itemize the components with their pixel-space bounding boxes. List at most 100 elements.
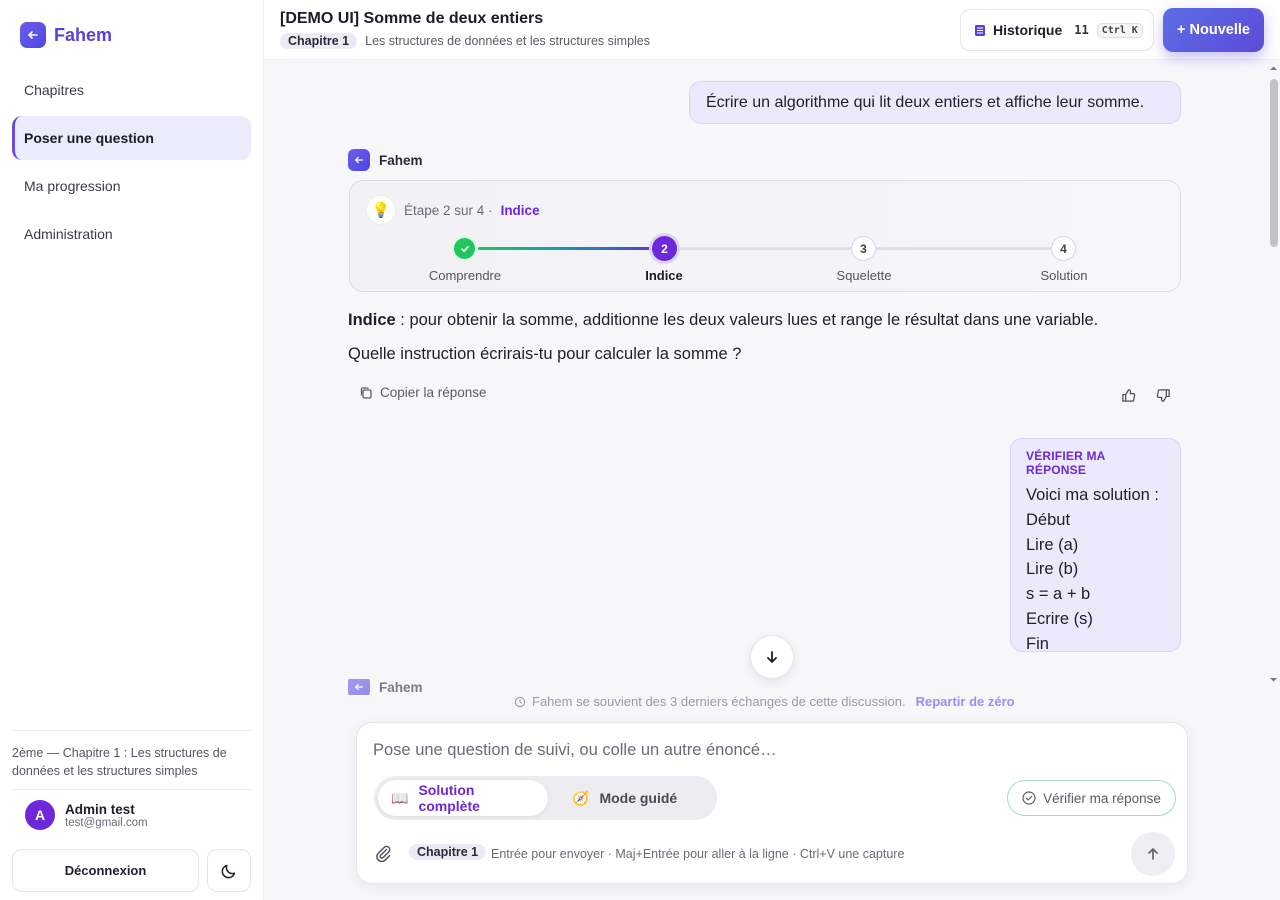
chapter-chip: Chapitre 1 <box>280 33 358 49</box>
arrow-left-icon <box>348 679 370 695</box>
history-count: 11 <box>1074 23 1089 37</box>
avatar: A <box>25 800 55 830</box>
current-chapter-context: 2ème — Chapitre 1 : Les structures de do… <box>12 746 227 778</box>
divider <box>12 789 251 790</box>
step-label: Indice <box>645 268 683 283</box>
step-node-indice: 2 <box>652 236 677 261</box>
step-kind: Indice <box>500 202 540 218</box>
new-conversation-button[interactable]: + Nouvelle <box>1163 8 1264 52</box>
page-title: [DEMO UI] Somme de deux entiers <box>280 10 544 27</box>
mode-guide[interactable]: 🧭 Mode guidé <box>552 780 690 816</box>
history-label: Historique <box>993 22 1063 38</box>
arrow-up-icon <box>1148 848 1158 860</box>
sidebar-item-label: Ma progression <box>24 178 121 194</box>
bot-name: Fahem <box>379 679 423 695</box>
brand[interactable]: Fahem <box>20 22 112 48</box>
copy-icon <box>360 386 372 399</box>
history-shortcut: Ctrl K <box>1096 22 1143 38</box>
thumbs-down-icon <box>1156 388 1170 402</box>
answer-mode-toggle: 📖 Solution complète 🧭 Mode guidé <box>374 776 717 820</box>
bot-answer-paragraph: Indice : pour obtenir la somme, addition… <box>348 311 1098 330</box>
memory-note-text: Fahem se souvient des 3 derniers échange… <box>532 694 906 709</box>
arrow-left-icon <box>20 22 46 48</box>
paperclip-icon <box>376 845 391 863</box>
compass-icon: 🧭 <box>572 789 590 806</box>
theme-toggle-button[interactable] <box>207 849 251 892</box>
thumbs-up-icon <box>1121 388 1135 402</box>
bot-header: Fahem <box>348 679 423 695</box>
scroll-to-bottom-button[interactable] <box>750 635 794 679</box>
solution-line: Lire (b) <box>1026 560 1079 579</box>
history-icon <box>514 696 526 707</box>
step-node-squelette: 3 <box>851 236 876 261</box>
step-label: Comprendre <box>428 268 502 283</box>
step-label: Solution <box>1040 268 1088 283</box>
sidebar-item-label: Poser une question <box>24 130 154 146</box>
progress-track-done <box>478 247 664 250</box>
scroll-down-icon <box>1270 678 1277 682</box>
step-node-solution: 4 <box>1051 236 1076 261</box>
sidebar: Fahem Chapitres Poser une question Ma pr… <box>0 0 264 900</box>
lightbulb-icon: 💡 <box>366 195 396 225</box>
reset-conversation-link[interactable]: Repartir de zéro <box>916 694 1015 709</box>
solution-line: Lire (a) <box>1026 535 1079 554</box>
answer-keyword: Indice <box>348 311 396 329</box>
step-progress-text: Étape 2 sur 4 · <box>404 202 493 218</box>
thumbs-up-button[interactable] <box>1118 385 1138 405</box>
user-message: Écrire un algorithme qui lit deux entier… <box>689 81 1181 124</box>
solution-line: Ecrire (s) <box>1026 609 1093 628</box>
thumbs-down-button[interactable] <box>1153 385 1173 405</box>
verify-answer-button[interactable]: Vérifier ma réponse <box>1007 780 1176 816</box>
step-progress: 💡 Étape 2 sur 4 · Indice 2 3 4 Comprendr… <box>349 180 1181 292</box>
sidebar-item-administration[interactable]: Administration <box>12 212 251 256</box>
copy-answer-button[interactable]: Copier la réponse <box>359 385 487 400</box>
user-name: Admin test <box>65 801 135 817</box>
moon-icon <box>221 864 236 878</box>
keyboard-hint: Entrée pour envoyer · Maj+Entrée pour al… <box>491 847 905 861</box>
scroll-thumb[interactable] <box>1270 79 1278 247</box>
brand-name: Fahem <box>54 24 113 45</box>
step-header: 💡 Étape 2 sur 4 · Indice <box>366 195 540 225</box>
message-composer: 📖 Solution complète 🧭 Mode guidé Vérifie… <box>356 722 1188 884</box>
mode-solution-complete[interactable]: 📖 Solution complète <box>378 780 548 816</box>
history-button[interactable]: Historique 11 Ctrl K <box>960 9 1154 51</box>
bot-header: Fahem <box>348 149 423 171</box>
followup-input[interactable] <box>373 741 1153 760</box>
scroll-up-icon <box>1270 66 1277 70</box>
top-header: [DEMO UI] Somme de deux entiers Chapitre… <box>264 0 1280 60</box>
divider <box>12 730 251 731</box>
bot-name: Fahem <box>379 152 423 168</box>
sidebar-item-label: Administration <box>24 226 113 242</box>
logout-button[interactable]: Déconnexion <box>12 849 199 892</box>
sidebar-item-chapitres[interactable]: Chapitres <box>12 68 251 112</box>
sidebar-nav: Chapitres Poser une question Ma progress… <box>12 68 251 260</box>
arrow-left-icon <box>348 149 370 171</box>
bot-answer-question: Quelle instruction écrirais-tu pour calc… <box>348 345 742 363</box>
solution-line: Voici ma solution : <box>1026 486 1159 504</box>
mode-label: Solution complète <box>418 782 480 814</box>
list-icon <box>975 24 985 36</box>
book-icon: 📖 <box>391 789 409 806</box>
mode-label: Mode guidé <box>599 790 678 806</box>
chat-scrollbar[interactable] <box>1267 61 1280 691</box>
solution-line: Début <box>1026 510 1071 529</box>
chapter-title: Les structures de données et les structu… <box>365 34 650 48</box>
send-button[interactable] <box>1131 832 1175 876</box>
check-icon <box>460 245 469 252</box>
sidebar-item-poser-une-question[interactable]: Poser une question <box>12 116 251 160</box>
verify-answer-label: Vérifier ma réponse <box>1043 790 1161 806</box>
user-email: test@gmail.com <box>65 816 148 829</box>
attach-button[interactable] <box>374 844 392 867</box>
sidebar-item-ma-progression[interactable]: Ma progression <box>12 164 251 208</box>
chapter-chip[interactable]: Chapitre 1 <box>409 844 487 860</box>
check-circle-icon <box>1022 791 1036 805</box>
user-card: A Admin test test@gmail.com <box>25 800 148 830</box>
sidebar-item-label: Chapitres <box>24 82 84 98</box>
step-label: Squelette <box>836 268 892 283</box>
verify-answer-message: VÉRIFIER MA RÉPONSE Voici ma solution : … <box>1010 438 1181 653</box>
breadcrumb: Chapitre 1 Les structures de données et … <box>280 33 650 49</box>
step-node-comprendre <box>452 236 477 261</box>
verify-tag: VÉRIFIER MA RÉPONSE <box>1026 449 1106 477</box>
copy-answer-label: Copier la réponse <box>380 385 487 400</box>
solution-line: Fin <box>1026 634 1049 653</box>
